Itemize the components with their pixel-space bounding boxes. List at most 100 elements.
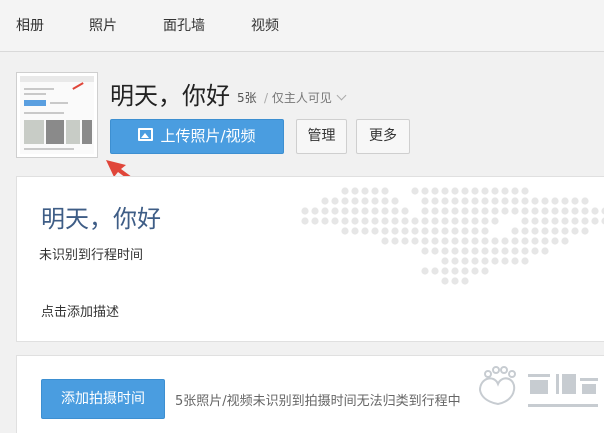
map-dot [431, 207, 439, 215]
add-shooting-time-button[interactable]: 添加拍摄时间 [41, 379, 165, 419]
map-dot [401, 207, 409, 215]
map-dot [521, 207, 529, 215]
map-dot [471, 197, 479, 205]
map-dot [511, 227, 519, 235]
map-dot [531, 197, 539, 205]
map-dot [521, 237, 529, 245]
map-dot [481, 237, 489, 245]
add-description-link[interactable]: 点击添加描述 [41, 301, 119, 320]
map-dot [551, 207, 559, 215]
map-dot [431, 237, 439, 245]
map-dot [351, 227, 359, 235]
map-dot [481, 207, 489, 215]
map-dot [471, 217, 479, 225]
map-dot [501, 197, 509, 205]
map-dot [451, 227, 459, 235]
map-dot [441, 227, 449, 235]
map-dot [481, 257, 489, 265]
world-map-dots [301, 187, 604, 285]
map-dot [511, 197, 519, 205]
map-dot [501, 187, 509, 195]
map-dot [431, 227, 439, 235]
map-dot [501, 207, 509, 215]
upload-photo-video-button[interactable]: 上传照片/视频 [110, 119, 284, 154]
map-dot [451, 257, 459, 265]
more-button[interactable]: 更多 [356, 119, 410, 154]
map-dot [381, 207, 389, 215]
map-dot [511, 237, 519, 245]
map-dot [361, 197, 369, 205]
map-dot [371, 227, 379, 235]
map-dot [491, 237, 499, 245]
map-dot [451, 267, 459, 275]
map-dot [351, 187, 359, 195]
visibility-label: 仅主人可见 [271, 91, 332, 105]
map-dot [341, 217, 349, 225]
map-dot [421, 247, 429, 255]
map-dot [561, 217, 569, 225]
map-dot [541, 227, 549, 235]
map-dot [451, 277, 459, 285]
map-dot [431, 247, 439, 255]
map-dot [441, 247, 449, 255]
map-dot [381, 187, 389, 195]
map-dot [451, 247, 459, 255]
map-dot [421, 267, 429, 275]
tab-face-wall[interactable]: 面孔墙 [163, 15, 205, 35]
map-dot [441, 197, 449, 205]
map-dot [591, 217, 599, 225]
tab-albums[interactable]: 相册 [16, 15, 44, 35]
map-dot [391, 197, 399, 205]
map-dot [401, 237, 409, 245]
map-dot [441, 217, 449, 225]
map-dot [381, 227, 389, 235]
map-dot [331, 207, 339, 215]
map-dot [351, 207, 359, 215]
map-dot [551, 227, 559, 235]
map-dot [571, 207, 579, 215]
map-dot [341, 207, 349, 215]
map-dot [521, 197, 529, 205]
manage-button[interactable]: 管理 [296, 119, 347, 154]
map-dot [491, 187, 499, 195]
map-dot [591, 207, 599, 215]
map-dot [371, 207, 379, 215]
map-dot [371, 187, 379, 195]
map-dot [561, 207, 569, 215]
map-dot [381, 217, 389, 225]
map-dot [451, 187, 459, 195]
map-dot [391, 217, 399, 225]
map-dot [461, 257, 469, 265]
map-dot [471, 247, 479, 255]
map-dot [361, 207, 369, 215]
map-dot [511, 207, 519, 215]
map-dot [331, 197, 339, 205]
image-upload-icon [138, 128, 154, 141]
map-dot [491, 207, 499, 215]
map-dot [571, 217, 579, 225]
tab-videos[interactable]: 视频 [251, 15, 279, 35]
map-dot [481, 227, 489, 235]
trip-time-status: 未识别到行程时间 [39, 248, 144, 263]
map-dot [461, 197, 469, 205]
map-dot [541, 247, 549, 255]
tab-photos[interactable]: 照片 [89, 15, 117, 35]
map-dot [501, 237, 509, 245]
map-dot [521, 257, 529, 265]
map-dot [441, 267, 449, 275]
map-dot [431, 217, 439, 225]
map-dot [391, 237, 399, 245]
map-dot [541, 237, 549, 245]
map-dot [321, 217, 329, 225]
map-dot [491, 257, 499, 265]
map-dot [571, 197, 579, 205]
map-dot [481, 197, 489, 205]
panel-album-title: 明天，你好 [41, 205, 161, 233]
visibility-dropdown[interactable]: / 仅主人可见 [264, 89, 347, 106]
map-dot [531, 247, 539, 255]
map-dot [391, 207, 399, 215]
map-dot [431, 267, 439, 275]
map-dot [471, 267, 479, 275]
album-title: 明天，你好 [110, 82, 230, 110]
album-cover-thumbnail[interactable] [16, 72, 98, 158]
